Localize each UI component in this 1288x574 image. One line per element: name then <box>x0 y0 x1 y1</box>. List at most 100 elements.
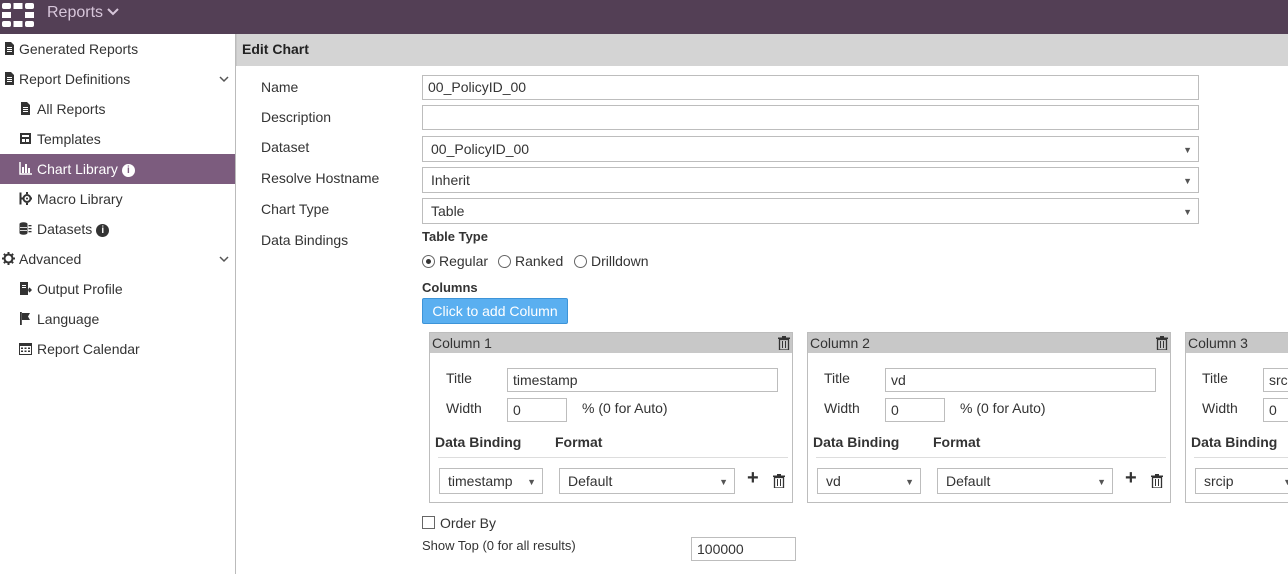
name-input[interactable]: 00_PolicyID_00 <box>422 75 1199 100</box>
info-icon[interactable]: i <box>96 223 110 237</box>
column-width-input[interactable]: 0 <box>507 398 567 422</box>
column-width-label: Width <box>1202 400 1238 416</box>
output-icon <box>20 282 32 295</box>
column-title-label: Title <box>446 370 472 386</box>
column-header-label: Column 3 <box>1188 335 1248 351</box>
document-icon <box>5 72 14 85</box>
radio-drilldown[interactable]: Drilldown <box>574 253 649 269</box>
caret-down-icon: ▼ <box>527 477 536 487</box>
data-binding-value: vd <box>826 473 841 489</box>
caret-down-icon: ▼ <box>1283 470 1288 494</box>
sidebar-item-macro-library[interactable]: Macro Library <box>0 184 235 214</box>
add-column-button[interactable]: Click to add Column <box>422 298 568 324</box>
sidebar-item-label: Language <box>37 311 100 327</box>
trash-icon[interactable] <box>1151 474 1163 488</box>
caret-down-icon: ▼ <box>1183 176 1192 186</box>
trash-icon[interactable] <box>773 474 785 488</box>
radio-unchecked-icon <box>498 255 511 268</box>
sidebar-item-report-calendar[interactable]: Report Calendar <box>0 334 235 364</box>
bar-chart-icon <box>19 162 32 175</box>
data-binding-label: Data Binding <box>435 434 522 450</box>
caret-down-icon: ▼ <box>1097 477 1106 487</box>
app-title: Reports <box>47 4 104 21</box>
sidebar-item-label: Templates <box>37 131 101 147</box>
data-binding-select[interactable]: srcip ▼ <box>1195 468 1288 494</box>
document-icon <box>5 42 14 55</box>
caret-down-icon: ▼ <box>1183 145 1192 155</box>
data-binding-select[interactable]: vd ▼ <box>817 468 921 494</box>
data-bindings-label: Data Bindings <box>261 232 349 248</box>
column-width-hint: % (0 for Auto) <box>960 400 1046 416</box>
column-card-header: Column 2 <box>808 333 1170 353</box>
sidebar-item-advanced[interactable]: Advanced <box>0 244 235 274</box>
chevron-down-icon[interactable] <box>219 64 229 94</box>
column-width-label: Width <box>446 400 482 416</box>
gear-icon <box>2 252 15 265</box>
format-label: Format <box>933 434 981 450</box>
data-binding-label: Data Binding <box>813 434 900 450</box>
chart-type-value: Table <box>431 203 465 219</box>
columns-label: Columns <box>422 280 478 295</box>
document-icon <box>21 102 30 115</box>
trash-icon[interactable] <box>778 336 790 350</box>
column-card-header: Column 1 <box>430 333 792 353</box>
column-card-3: Column 3 Title srci Width 0 Data Binding… <box>1185 332 1288 503</box>
divider <box>1194 457 1288 458</box>
column-width-input[interactable]: 0 <box>1263 398 1288 422</box>
sidebar-item-label: Macro Library <box>37 191 123 207</box>
app-menu-button[interactable]: Reports <box>47 4 119 22</box>
sidebar-item-language[interactable]: Language <box>0 304 235 334</box>
chevron-down-icon[interactable] <box>219 244 229 274</box>
format-select[interactable]: Default ▼ <box>559 468 735 494</box>
sidebar-item-chart-library[interactable]: Chart Library i <box>0 154 235 184</box>
info-icon[interactable]: i <box>121 163 135 177</box>
format-select[interactable]: Default ▼ <box>937 468 1113 494</box>
column-width-label: Width <box>824 400 860 416</box>
column-header-label: Column 1 <box>432 335 492 351</box>
column-card-header: Column 3 <box>1186 333 1288 353</box>
caret-down-icon: ▼ <box>1183 207 1192 217</box>
column-title-input[interactable]: srci <box>1263 368 1288 392</box>
divider <box>816 457 1166 458</box>
dataset-select[interactable]: 00_PolicyID_00 ▼ <box>422 136 1199 162</box>
sidebar-item-label: Report Definitions <box>19 71 131 87</box>
description-input[interactable] <box>422 105 1199 130</box>
sidebar-item-generated-reports[interactable]: Generated Reports <box>0 34 235 64</box>
radio-regular[interactable]: Regular <box>422 253 488 269</box>
sidebar-item-templates[interactable]: Templates <box>0 124 235 154</box>
sidebar-item-output-profile[interactable]: Output Profile <box>0 274 235 304</box>
description-label: Description <box>261 109 332 125</box>
chart-type-select[interactable]: Table ▼ <box>422 198 1199 224</box>
data-binding-select[interactable]: timestamp ▼ <box>439 468 543 494</box>
resolve-hostname-select[interactable]: Inherit ▼ <box>422 167 1199 193</box>
trash-icon[interactable] <box>1156 336 1168 350</box>
column-title-label: Title <box>824 370 850 386</box>
order-by-label: Order By <box>440 515 497 531</box>
edit-chart-header: Edit Chart <box>236 34 1288 66</box>
database-icon <box>19 222 32 235</box>
dataset-value: 00_PolicyID_00 <box>431 141 530 157</box>
column-title-input[interactable]: vd <box>885 368 1156 392</box>
template-icon <box>20 133 31 144</box>
page-title: Edit Chart <box>242 41 309 57</box>
data-binding-label: Data Binding <box>1191 434 1278 450</box>
divider <box>438 457 788 458</box>
sidebar-item-report-definitions[interactable]: Report Definitions <box>0 64 235 94</box>
column-title-input[interactable]: timestamp <box>507 368 778 392</box>
column-title-label: Title <box>1202 370 1228 386</box>
fortinet-logo-icon[interactable] <box>2 3 34 27</box>
sidebar-item-all-reports[interactable]: All Reports <box>0 94 235 124</box>
order-by-checkbox[interactable] <box>422 516 435 529</box>
radio-ranked[interactable]: Ranked <box>498 253 563 269</box>
add-binding-plus-icon[interactable]: + <box>747 468 759 488</box>
sidebar-item-datasets[interactable]: Datasets i <box>0 214 235 244</box>
table-type-label: Table Type <box>422 229 488 244</box>
calendar-icon <box>19 343 32 355</box>
add-binding-plus-icon[interactable]: + <box>1125 468 1137 488</box>
flag-icon <box>20 312 30 325</box>
column-header-label: Column 2 <box>810 335 870 351</box>
format-label: Format <box>555 434 603 450</box>
format-value: Default <box>946 473 991 489</box>
show-top-input[interactable]: 100000 <box>691 537 796 561</box>
column-width-input[interactable]: 0 <box>885 398 945 422</box>
